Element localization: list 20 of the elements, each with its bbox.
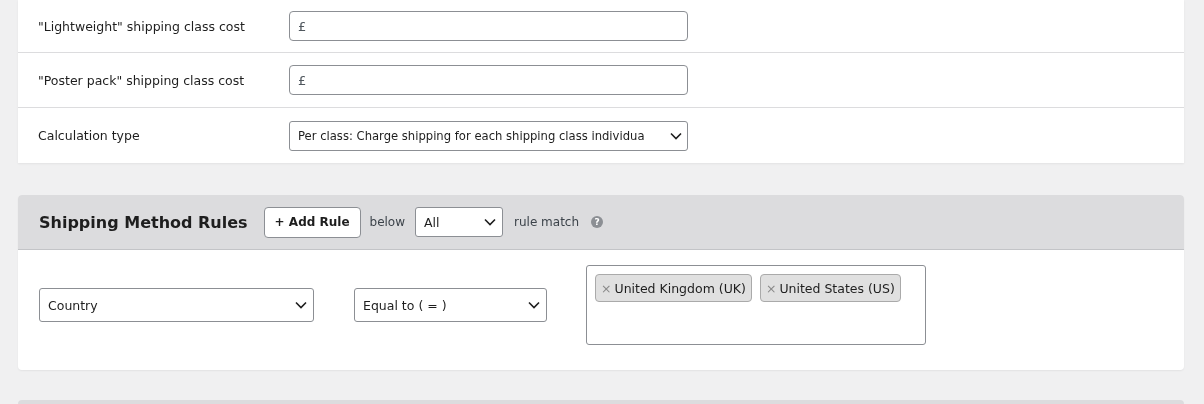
- chevron-down-icon: [670, 131, 682, 140]
- selected-tag[interactable]: × United Kingdom (UK): [595, 274, 752, 302]
- select-field[interactable]: Country: [39, 288, 314, 322]
- select-field[interactable]: Equal to ( = ): [354, 288, 547, 322]
- multi-select-field[interactable]: × United Kingdom (UK) × United States (US): [586, 265, 926, 345]
- select-field[interactable]: All: [415, 207, 504, 237]
- add-rule-button[interactable]: + Add Rule: [263, 206, 361, 238]
- field-label: Calculation type: [38, 128, 141, 143]
- chevron-down-icon: [295, 301, 307, 309]
- select-field[interactable]: Per class: Charge shipping for each shipping class individua: [289, 120, 688, 151]
- selected-tag[interactable]: × United States (US): [759, 274, 901, 302]
- field-label: "Poster pack" shipping class cost: [38, 72, 246, 88]
- input-field[interactable]: £: [289, 65, 688, 95]
- helper-text: below: [369, 215, 406, 229]
- helper-text: rule match: [514, 215, 580, 229]
- field-label: "Lightweight" shipping class cost: [38, 18, 246, 34]
- panel-title: Shipping Method Rules: [39, 212, 248, 232]
- chevron-down-icon: [484, 218, 497, 226]
- input-field[interactable]: £: [289, 11, 688, 41]
- chevron-down-icon: [528, 301, 540, 309]
